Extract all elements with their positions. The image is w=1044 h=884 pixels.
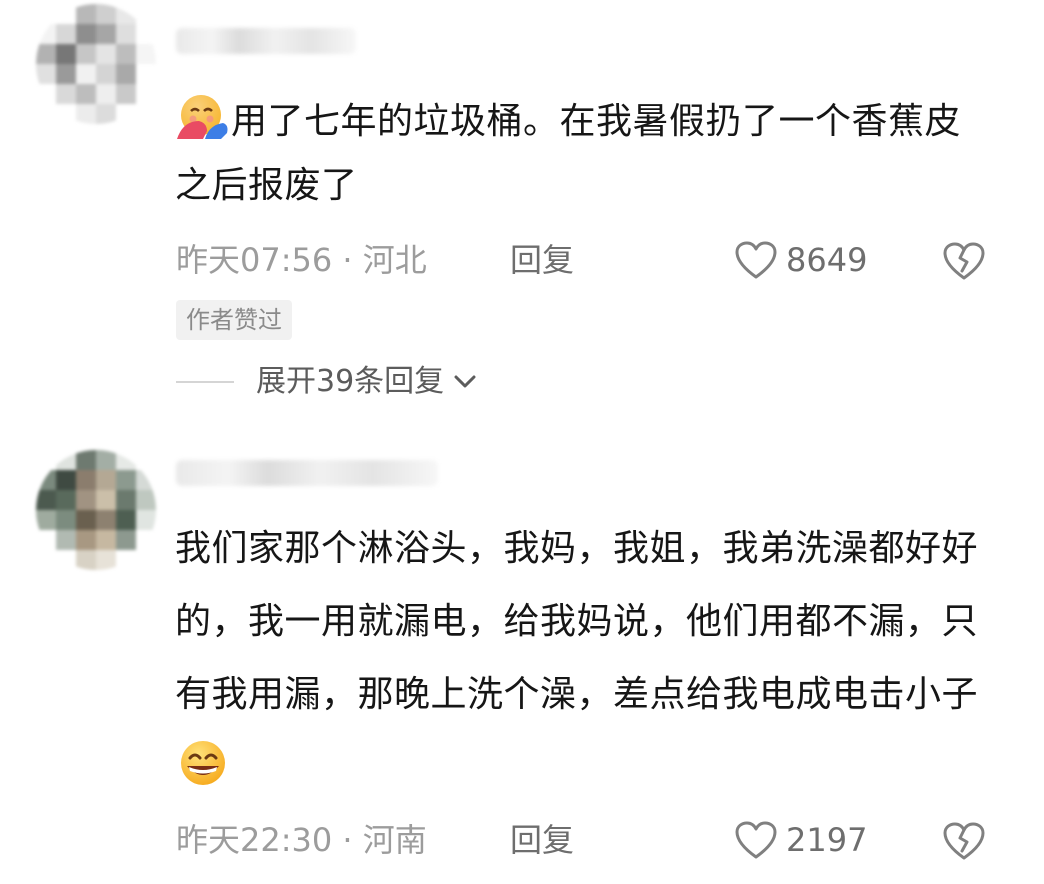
avatar[interactable] [36,4,156,124]
comment-item: 我们家那个淋浴头，我妈，我姐，我弟洗澡都好好的，我一用就漏电，给我妈说，他们用都… [0,440,1044,884]
dislike-button[interactable] [942,818,986,862]
heart-icon [735,821,777,859]
broken-heart-icon [943,822,985,860]
divider [176,381,234,383]
timestamp-location: 昨天22:30 · 河南 [176,821,427,859]
username[interactable] [176,28,356,54]
like-count: 2197 [786,821,868,859]
grinning-face-emoji [175,739,231,787]
expand-replies-label: 展开39条回复 [256,364,445,399]
comment-text: 用了七年的垃圾桶。在我暑假扔了一个香蕉皮之后报废了 [175,90,975,218]
author-liked-badge: 作者赞过 [176,300,292,340]
like-button[interactable]: 2197 [734,818,867,862]
like-button[interactable]: 8649 [734,238,867,282]
reply-button[interactable]: 回复 [510,818,574,862]
comment-text: 我们家那个淋浴头，我妈，我姐，我弟洗澡都好好的，我一用就漏电，给我妈说，他们用都… [175,512,1005,804]
hugging-face-emoji [175,93,231,141]
comment-item: 用了七年的垃圾桶。在我暑假扔了一个香蕉皮之后报废了 昨天07:56 · 河北 回… [0,0,1044,430]
comment-meta: 昨天07:56 · 河北 回复 8649 [176,238,1006,282]
username[interactable] [176,460,438,486]
reply-button[interactable]: 回复 [510,238,574,282]
expand-replies-button[interactable]: 展开39条回复 [176,358,480,406]
broken-heart-icon [943,242,985,280]
dislike-button[interactable] [942,238,986,282]
like-count: 8649 [786,241,868,279]
comment-meta: 昨天22:30 · 河南 回复 2197 [176,818,1006,862]
chevron-down-icon [454,375,476,388]
timestamp-location: 昨天07:56 · 河北 [176,241,427,279]
heart-icon [735,241,777,279]
avatar[interactable] [36,450,156,570]
